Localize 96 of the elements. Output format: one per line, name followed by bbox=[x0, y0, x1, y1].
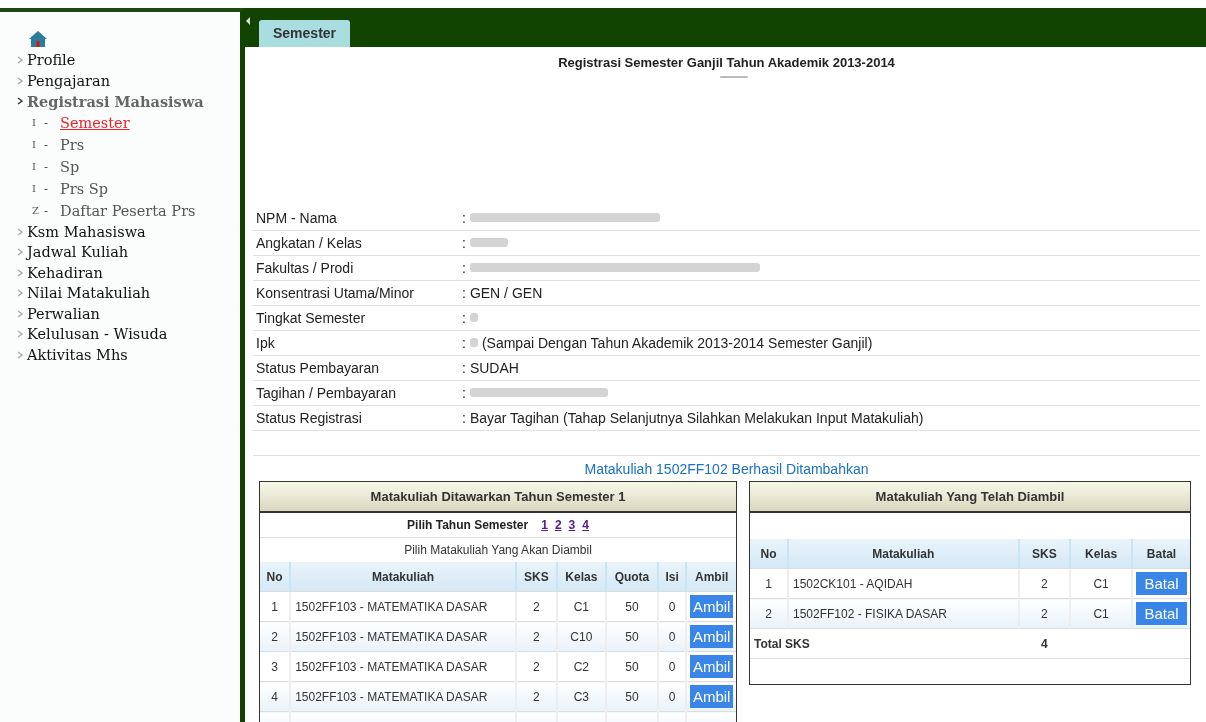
tree-marker: Z bbox=[32, 205, 40, 216]
dash: - bbox=[44, 159, 50, 174]
column-header: Ambil bbox=[686, 562, 736, 592]
menu-item[interactable]: Perwalian bbox=[27, 305, 100, 322]
cancel-button[interactable]: Batal bbox=[1136, 602, 1187, 625]
table-cell: C3 bbox=[556, 681, 606, 712]
tree-marker: I bbox=[32, 161, 37, 172]
table-cell: 2 bbox=[260, 621, 291, 652]
column-header: Matakuliah bbox=[787, 539, 1019, 569]
panel-header: Matakuliah Ditawarkan Tahun Semester 1 bbox=[260, 482, 736, 513]
field-value: Bayar Tagihan (Tahap Selanjutnya Silahkan Melakukan Input Matakuliah) bbox=[469, 409, 924, 426]
menu-item[interactable]: Registrasi Mahasiswa bbox=[27, 92, 204, 110]
field-value: SUDAH bbox=[469, 359, 519, 376]
dash: - bbox=[44, 203, 50, 218]
submenu-item[interactable]: Daftar Peserta Prs bbox=[60, 202, 196, 219]
total-value: 4 bbox=[1018, 628, 1071, 659]
column-header: SKS bbox=[515, 562, 557, 592]
menu-item[interactable]: Pengajaran bbox=[27, 72, 110, 89]
table-cell: 2 bbox=[1018, 598, 1071, 629]
table-cell: 2 bbox=[515, 621, 557, 652]
table-cell: 50 bbox=[605, 621, 658, 652]
menu-item[interactable]: Kelulusan - Wisuda bbox=[27, 326, 168, 343]
dash: - bbox=[44, 137, 50, 152]
total-label: Total SKS bbox=[750, 628, 1019, 659]
column-header: No bbox=[750, 539, 788, 569]
colon: : bbox=[462, 359, 466, 376]
column-header: Quota bbox=[605, 562, 658, 592]
table-cell: 1502FF103 - MATEMATIKA DASAR bbox=[290, 621, 516, 652]
field-value: GEN / GEN bbox=[469, 284, 543, 301]
dash: - bbox=[44, 115, 50, 130]
colon: : bbox=[462, 309, 466, 326]
field-label: Angkatan / Kelas bbox=[253, 230, 459, 256]
colon: : bbox=[462, 234, 466, 251]
take-button[interactable]: Ambil bbox=[690, 685, 733, 708]
field-note: (Sampai Dengan Tahun Akademik 2013-2014 Semester Ganjil) bbox=[481, 334, 873, 351]
home-icon[interactable] bbox=[28, 30, 48, 48]
table-cell: C1 bbox=[1070, 598, 1133, 629]
submenu-item[interactable]: Prs bbox=[60, 136, 85, 153]
column-header: Matakuliah bbox=[290, 562, 516, 592]
tree-marker: I bbox=[32, 139, 37, 150]
column-header: SKS bbox=[1018, 539, 1071, 569]
submenu-item[interactable]: Sp bbox=[60, 158, 80, 175]
field-label: Status Pembayaran bbox=[253, 355, 459, 381]
field-label: NPM - Nama bbox=[253, 205, 459, 231]
field-label: Ipk bbox=[253, 330, 459, 356]
field-label: Konsentrasi Utama/Minor bbox=[253, 280, 459, 306]
take-button[interactable]: Ambil bbox=[690, 655, 733, 678]
column-header: Isi bbox=[658, 562, 687, 592]
field-label: Status Registrasi bbox=[253, 405, 459, 431]
page-title: Registrasi Semester Ganjil Tahun Akademik 2013-2014 bbox=[557, 54, 896, 70]
panel-subtitle: Pilih Matakuliah Yang Akan Diambil bbox=[403, 542, 593, 559]
year-link[interactable]: 3 bbox=[568, 518, 576, 532]
colon: : bbox=[462, 384, 466, 401]
table-cell: 1502FF103 - MATEMATIKA DASAR bbox=[290, 681, 516, 712]
table-cell: 2 bbox=[750, 598, 788, 629]
dash: - bbox=[44, 181, 50, 196]
tree-marker: I bbox=[32, 117, 37, 128]
take-button[interactable]: Ambil bbox=[690, 625, 733, 648]
success-message: Matakuliah 1502FF102 Berhasil Ditambahkan bbox=[253, 455, 1200, 477]
submenu-item[interactable]: Semester bbox=[60, 114, 130, 131]
table-cell: C10 bbox=[556, 621, 606, 652]
menu-item[interactable]: Jadwal Kuliah bbox=[27, 244, 129, 261]
menu-item[interactable]: Kehadiran bbox=[27, 264, 103, 281]
menu-item[interactable]: Ksm Mahasiswa bbox=[27, 223, 146, 240]
panel-header: Matakuliah Yang Telah Diambil bbox=[750, 482, 1190, 513]
table-cell: 0 bbox=[658, 681, 687, 712]
table-cell: 2 bbox=[515, 681, 557, 712]
menu-item[interactable]: Nilai Matakuliah bbox=[27, 285, 151, 302]
menu-item[interactable]: Aktivitas Mhs bbox=[27, 346, 128, 363]
field-label: Tagihan / Pembayaran bbox=[253, 380, 459, 406]
column-header: No bbox=[260, 562, 291, 592]
tab[interactable]: Semester bbox=[259, 19, 351, 47]
field-label: Fakultas / Prodi bbox=[253, 255, 459, 281]
column-header: Kelas bbox=[1070, 539, 1133, 569]
colon: : bbox=[462, 209, 466, 226]
cancel-button[interactable]: Batal bbox=[1136, 572, 1187, 595]
divider-mark bbox=[720, 75, 748, 78]
colon: : bbox=[462, 259, 466, 276]
menu-item[interactable]: Profile bbox=[27, 52, 76, 69]
year-link[interactable]: 2 bbox=[554, 518, 562, 532]
table-cell: 50 bbox=[605, 681, 658, 712]
submenu-item[interactable]: Prs Sp bbox=[60, 180, 108, 197]
table-cell: 4 bbox=[260, 681, 291, 712]
colon: : bbox=[462, 334, 466, 351]
tree-marker: I bbox=[32, 183, 37, 194]
colon: : bbox=[462, 284, 466, 301]
table-cell: 0 bbox=[658, 621, 687, 652]
table-cell: 1502FF102 - FISIKA DASAR bbox=[787, 598, 1019, 629]
colon: : bbox=[462, 409, 466, 426]
year-link[interactable]: 1 bbox=[541, 518, 548, 532]
column-header: Batal bbox=[1132, 539, 1190, 569]
column-header: Kelas bbox=[556, 562, 606, 592]
take-button[interactable]: Ambil bbox=[690, 595, 733, 618]
year-label: Pilih Tahun Semester bbox=[407, 518, 529, 532]
year-link[interactable]: 4 bbox=[582, 518, 589, 532]
field-label: Tingkat Semester bbox=[253, 305, 459, 331]
